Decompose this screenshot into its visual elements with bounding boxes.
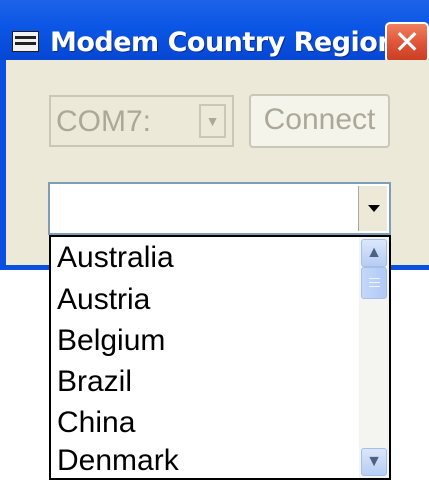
window-title: Modem Country Region (50, 27, 397, 58)
chevron-up-icon: ▲ (366, 244, 382, 261)
port-combobox-value: COM7: (56, 105, 152, 138)
connect-button[interactable]: Connect (249, 94, 390, 148)
screen: Modem Country Region ✕ COM7: ▼ Connect A… (0, 0, 429, 480)
scroll-down-button[interactable]: ▼ (361, 448, 387, 476)
chevron-down-icon[interactable]: ▼ (199, 104, 226, 138)
country-region-dropdown-list[interactable]: Australia Austria Belgium Brazil China D… (49, 235, 391, 480)
list-item[interactable]: Belgium (57, 321, 165, 361)
list-item[interactable]: China (57, 403, 135, 443)
port-combobox[interactable]: COM7: ▼ (49, 95, 234, 147)
country-region-combobox[interactable] (48, 182, 391, 235)
close-x-icon: ✕ (393, 23, 421, 61)
scrollbar-thumb[interactable] (361, 267, 387, 299)
list-item[interactable]: Denmark (57, 441, 179, 478)
scroll-up-button[interactable]: ▲ (361, 239, 387, 267)
vertical-scrollbar[interactable]: ▲ ▼ (359, 237, 389, 478)
chevron-down-icon[interactable] (358, 186, 387, 231)
list-item[interactable]: Brazil (57, 362, 132, 402)
list-item[interactable]: Austria (57, 280, 150, 320)
list-item[interactable]: Australia (57, 238, 174, 278)
chevron-down-icon: ▼ (366, 453, 382, 470)
window-app-icon (12, 31, 39, 52)
close-button[interactable]: ✕ (385, 22, 429, 63)
title-bar[interactable]: Modem Country Region ✕ (0, 0, 429, 63)
